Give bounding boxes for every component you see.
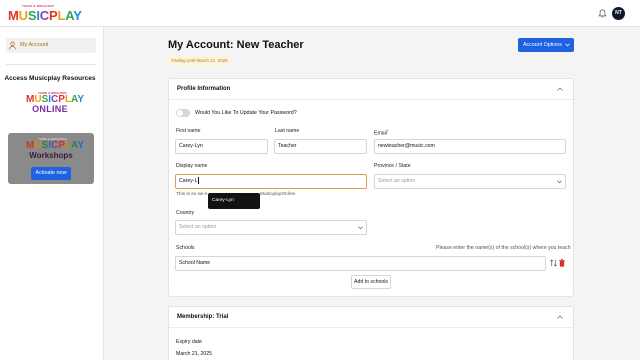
top-bar: THIRD & BRIGHTER MUSICPLAY NT: [0, 0, 640, 27]
bell-icon[interactable]: [598, 9, 607, 18]
trash-icon[interactable]: [559, 259, 565, 267]
email-label-text: Email: [374, 130, 387, 137]
resources-title: Access Musicplay Resources: [4, 75, 96, 82]
schools-hint: Please enter the name(s) of the school(s…: [436, 245, 571, 251]
chevron-down-icon: [358, 226, 363, 230]
country-label: Country: [176, 210, 195, 216]
province-select[interactable]: Select an option: [374, 174, 566, 189]
last-name-field[interactable]: Teacher: [274, 139, 367, 154]
membership-card-header[interactable]: Membership: Trial: [169, 307, 573, 328]
update-password-toggle[interactable]: [176, 109, 190, 117]
chevron-up-icon[interactable]: [557, 315, 563, 319]
display-name-label: Display name: [176, 163, 208, 169]
profile-card-header[interactable]: Profile Information: [169, 79, 573, 100]
workshops-logo-text: MUSICPLAY: [26, 140, 85, 151]
trial-badge: Trialing until March 21, 2025: [168, 56, 231, 66]
chevron-down-icon: [565, 43, 570, 47]
user-icon: [9, 41, 16, 50]
update-password-label: Would You Like To Update Your Password?: [195, 110, 297, 116]
chevron-up-icon[interactable]: [557, 87, 563, 91]
workshops-card: THIRD & BRIGHTER MUSICPLAY Workshops Act…: [8, 133, 94, 184]
expiry-date-value: March 21, 2025: [176, 351, 213, 357]
workshops-word: Workshops: [29, 151, 73, 160]
display-name-value: Carey-L: [179, 178, 198, 184]
display-name-field[interactable]: Carey-L: [175, 174, 367, 189]
country-placeholder: Select an option: [179, 224, 217, 230]
chevron-down-icon: [557, 180, 562, 184]
first-name-label: First name: [176, 128, 201, 134]
school-name-field[interactable]: School Name: [175, 256, 546, 271]
sidebar-item-my-account[interactable]: My Account: [6, 38, 96, 53]
online-word: ONLINE: [32, 104, 68, 114]
logo-text: MUSICPLAY: [8, 8, 82, 23]
autocomplete-suggestion[interactable]: Carey-Lyn: [208, 193, 260, 209]
first-name-field[interactable]: Carey-Lyn: [175, 139, 268, 154]
profile-section-title: Profile Information: [177, 86, 231, 92]
sort-icon[interactable]: [550, 259, 557, 267]
country-select[interactable]: Select an option: [175, 220, 367, 235]
province-placeholder: Select an option: [378, 178, 416, 184]
account-options-button[interactable]: Account Options: [518, 38, 574, 52]
sidebar: My Account Access Musicplay Resources TH…: [0, 27, 104, 360]
text-cursor: [197, 177, 199, 185]
required-marker: *: [386, 128, 389, 133]
schools-label: Schools: [176, 245, 195, 251]
email-label: Email*: [374, 128, 389, 137]
last-name-label: Last name: [275, 128, 300, 134]
email-field[interactable]: newteacher@music.com: [374, 139, 566, 154]
musicplay-logo[interactable]: THIRD & BRIGHTER MUSICPLAY: [8, 4, 82, 24]
display-name-help: This is so we k: [176, 192, 208, 197]
toggle-knob: [177, 110, 183, 116]
page-title: My Account: New Teacher: [168, 39, 304, 51]
display-name-help-tail: MusicplayOnline: [260, 192, 296, 197]
membership-card: Membership: Trial: [168, 306, 574, 360]
add-to-schools-button[interactable]: Add to schools: [351, 275, 391, 289]
avatar[interactable]: NT: [612, 7, 625, 20]
province-label: Province / State: [374, 163, 411, 169]
musicplay-online-logo[interactable]: THIRD & BRIGHTER MUSICPLAY ONLINE: [22, 91, 84, 117]
activate-now-button[interactable]: Activate now: [31, 167, 71, 180]
sidebar-divider: [6, 64, 96, 65]
membership-section-title: Membership: Trial: [177, 314, 229, 320]
sidebar-item-label: My Account: [20, 42, 49, 48]
expiry-date-label: Expiry date: [176, 339, 202, 345]
account-options-label: Account Options: [523, 42, 562, 48]
